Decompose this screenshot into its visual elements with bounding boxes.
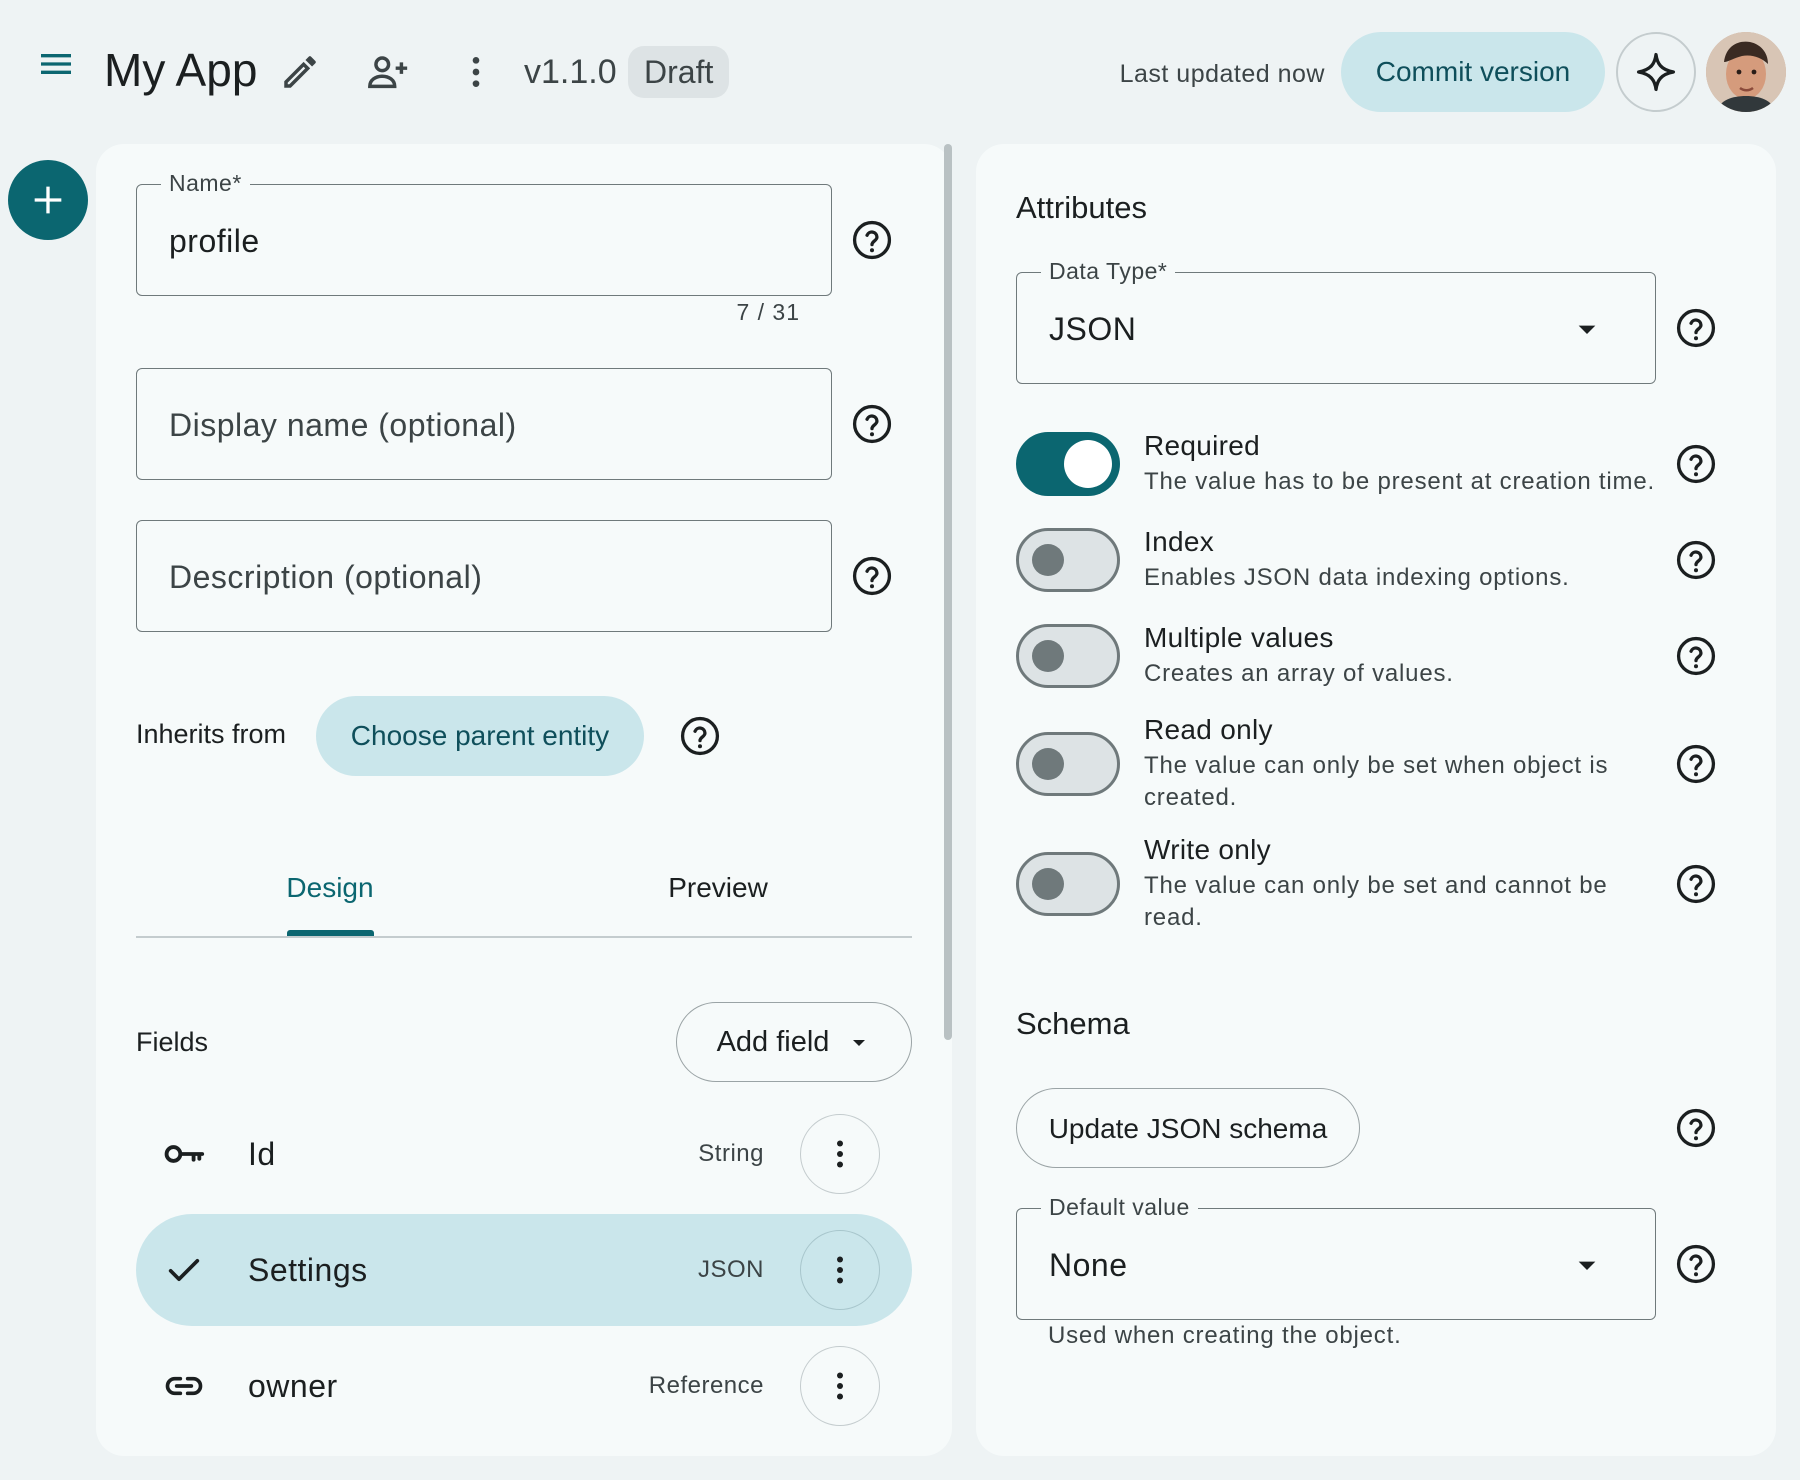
option-title: Multiple values <box>1144 622 1334 653</box>
option-description: The value has to be present at creation … <box>1144 468 1655 495</box>
update-json-schema-button[interactable]: Update JSON schema <box>1016 1088 1360 1168</box>
help-icon[interactable] <box>850 402 894 446</box>
tab-divider <box>136 936 912 938</box>
last-updated-text: Last updated now <box>1119 60 1325 88</box>
index-toggle[interactable] <box>1016 528 1120 592</box>
tab-design[interactable]: Design <box>136 870 524 906</box>
toggle-knob <box>1064 440 1112 488</box>
option-title: Index <box>1144 526 1214 557</box>
field-type: String <box>698 1140 764 1167</box>
inherits-from-label: Inherits from <box>136 719 287 749</box>
schema-title: Schema <box>1016 1006 1130 1041</box>
field-row[interactable]: Id String <box>136 1098 912 1210</box>
field-row-selected[interactable]: Settings JSON <box>136 1214 912 1326</box>
description-field[interactable]: Description (optional) <box>136 520 832 632</box>
option-description: The value can only be set when object is… <box>1144 752 1609 811</box>
option-title: Write only <box>1144 834 1271 865</box>
fields-section-title: Fields <box>136 1027 209 1057</box>
app-title: My App <box>104 44 258 96</box>
data-type-select[interactable]: Data Type* JSON <box>1016 257 1656 384</box>
read-only-toggle[interactable] <box>1016 732 1120 796</box>
help-icon[interactable] <box>850 554 894 598</box>
field-type: JSON <box>697 1256 764 1283</box>
name-field[interactable]: Name* profile <box>136 169 832 296</box>
more-vert-icon <box>837 1140 843 1168</box>
help-icon[interactable] <box>1674 1242 1718 1286</box>
default-value-supporting-text: Used when creating the object. <box>1048 1322 1402 1349</box>
toggle-knob <box>1032 544 1064 576</box>
help-icon[interactable] <box>1674 306 1718 350</box>
toggle-knob <box>1032 748 1064 780</box>
field-name: Id <box>248 1136 276 1172</box>
default-value-value: None <box>1049 1247 1128 1283</box>
status-badge: Draft <box>628 46 730 98</box>
option-description: Enables JSON data indexing options. <box>1144 564 1570 591</box>
name-field-label: Name* <box>161 169 250 197</box>
help-icon[interactable] <box>1674 862 1718 906</box>
option-description: The value can only be set and cannot be … <box>1144 872 1608 931</box>
more-vert-icon <box>837 1372 843 1400</box>
add-field-label: Add field <box>716 1025 830 1058</box>
name-field-value[interactable]: profile <box>169 221 260 261</box>
person-add-icon[interactable] <box>360 44 416 100</box>
name-char-counter: 7 / 31 <box>736 299 800 325</box>
more-vert-icon[interactable] <box>448 44 504 100</box>
data-type-label: Data Type* <box>1041 257 1176 285</box>
sparkle-icon[interactable] <box>1616 32 1696 112</box>
version-label: v1.1.0 <box>524 53 617 91</box>
check-icon <box>160 1246 208 1294</box>
default-value-select[interactable]: Default value None <box>1016 1193 1656 1320</box>
field-more-button[interactable] <box>800 1346 880 1426</box>
arrow-drop-down-icon <box>1567 1245 1607 1285</box>
display-name-field[interactable]: Display name (optional) <box>136 368 832 480</box>
help-icon[interactable] <box>1674 538 1718 582</box>
add-field-button[interactable]: Add field <box>676 1002 912 1082</box>
help-icon[interactable] <box>1674 634 1718 678</box>
toggle-knob <box>1032 640 1064 672</box>
more-vert-icon <box>837 1256 843 1284</box>
active-tab-indicator <box>287 930 374 936</box>
help-icon[interactable] <box>1674 442 1718 486</box>
add-entity-fab[interactable] <box>8 160 88 240</box>
field-row[interactable]: owner Reference <box>136 1330 912 1442</box>
description-placeholder: Description (optional) <box>169 559 483 595</box>
key-icon <box>160 1130 208 1178</box>
pencil-icon[interactable] <box>272 44 328 100</box>
help-icon[interactable] <box>850 218 894 262</box>
option-title: Read only <box>1144 714 1273 745</box>
plus-icon <box>34 186 62 214</box>
field-more-button[interactable] <box>800 1230 880 1310</box>
multiple-values-toggle[interactable] <box>1016 624 1120 688</box>
required-toggle[interactable] <box>1016 432 1120 496</box>
attributes-title: Attributes <box>1016 190 1147 225</box>
field-type: Reference <box>648 1372 764 1399</box>
field-name: Settings <box>248 1252 368 1288</box>
display-name-placeholder: Display name (optional) <box>169 407 517 443</box>
help-icon[interactable] <box>1674 742 1718 786</box>
toggle-knob <box>1032 868 1064 900</box>
menu-icon[interactable] <box>28 36 84 92</box>
default-value-label: Default value <box>1041 1193 1198 1221</box>
arrow-drop-down-icon <box>1567 309 1607 349</box>
left-panel-scrollbar[interactable] <box>944 144 952 1040</box>
help-icon[interactable] <box>678 714 722 758</box>
write-only-toggle[interactable] <box>1016 852 1120 916</box>
user-avatar[interactable] <box>1706 32 1786 112</box>
commit-version-button[interactable]: Commit version <box>1341 32 1605 112</box>
data-type-value: JSON <box>1049 311 1137 347</box>
link-icon <box>160 1362 208 1410</box>
help-icon[interactable] <box>1674 1106 1718 1150</box>
tab-preview[interactable]: Preview <box>524 870 912 906</box>
field-name: owner <box>248 1368 338 1404</box>
field-more-button[interactable] <box>800 1114 880 1194</box>
option-description: Creates an array of values. <box>1144 660 1454 687</box>
choose-parent-entity-button[interactable]: Choose parent entity <box>316 696 644 776</box>
arrow-drop-down-icon <box>853 1040 866 1046</box>
option-title: Required <box>1144 430 1261 461</box>
